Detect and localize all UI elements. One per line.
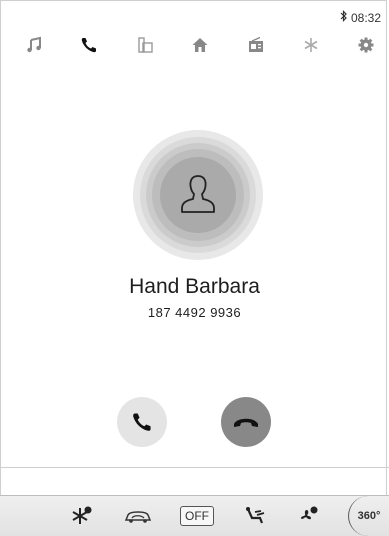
360-view-button[interactable]: 360° [348, 496, 389, 536]
ac-snowflake-icon [72, 506, 92, 524]
divider [0, 467, 389, 468]
snowflake-icon [304, 38, 318, 52]
person-icon [181, 175, 215, 213]
phone-hangup-icon [234, 418, 258, 427]
avatar [133, 130, 263, 260]
fan-icon [300, 506, 318, 520]
music-note-icon [27, 36, 41, 53]
nav-media[interactable] [130, 30, 160, 60]
media-folder-icon [138, 37, 153, 53]
phone-answer-icon [133, 413, 151, 431]
car-recirculation-icon [124, 511, 152, 523]
hangup-button[interactable] [221, 397, 271, 447]
bluetooth-icon [340, 10, 348, 25]
status-bar: 08:32 [340, 10, 381, 25]
fan-button[interactable] [292, 502, 324, 530]
360-view-icon: 360° [357, 510, 381, 522]
gear-icon [358, 37, 374, 53]
phone-icon [81, 38, 96, 53]
nav-climate[interactable] [296, 30, 326, 60]
nav-music[interactable] [19, 30, 49, 60]
nav-radio[interactable] [241, 30, 271, 60]
caller-name: Hand Barbara [129, 275, 260, 298]
seat-airflow-button[interactable] [240, 502, 270, 530]
top-nav [0, 30, 389, 62]
recirculation-button[interactable] [120, 502, 156, 530]
answer-button[interactable] [117, 397, 167, 447]
climate-bar: OFF 360° [0, 495, 389, 536]
home-icon [192, 38, 208, 52]
seat-airflow-icon [246, 507, 265, 524]
off-button[interactable]: OFF [178, 502, 216, 530]
nav-settings[interactable] [351, 30, 381, 60]
ac-button[interactable] [68, 502, 96, 530]
caller-panel: Hand Barbara 187 4492 9936 [0, 125, 389, 385]
caller-number: 187 4492 9936 [147, 305, 242, 320]
nav-phone[interactable] [74, 30, 104, 60]
radio-icon [249, 36, 263, 52]
nav-home[interactable] [185, 30, 215, 60]
status-time: 08:32 [350, 10, 381, 25]
